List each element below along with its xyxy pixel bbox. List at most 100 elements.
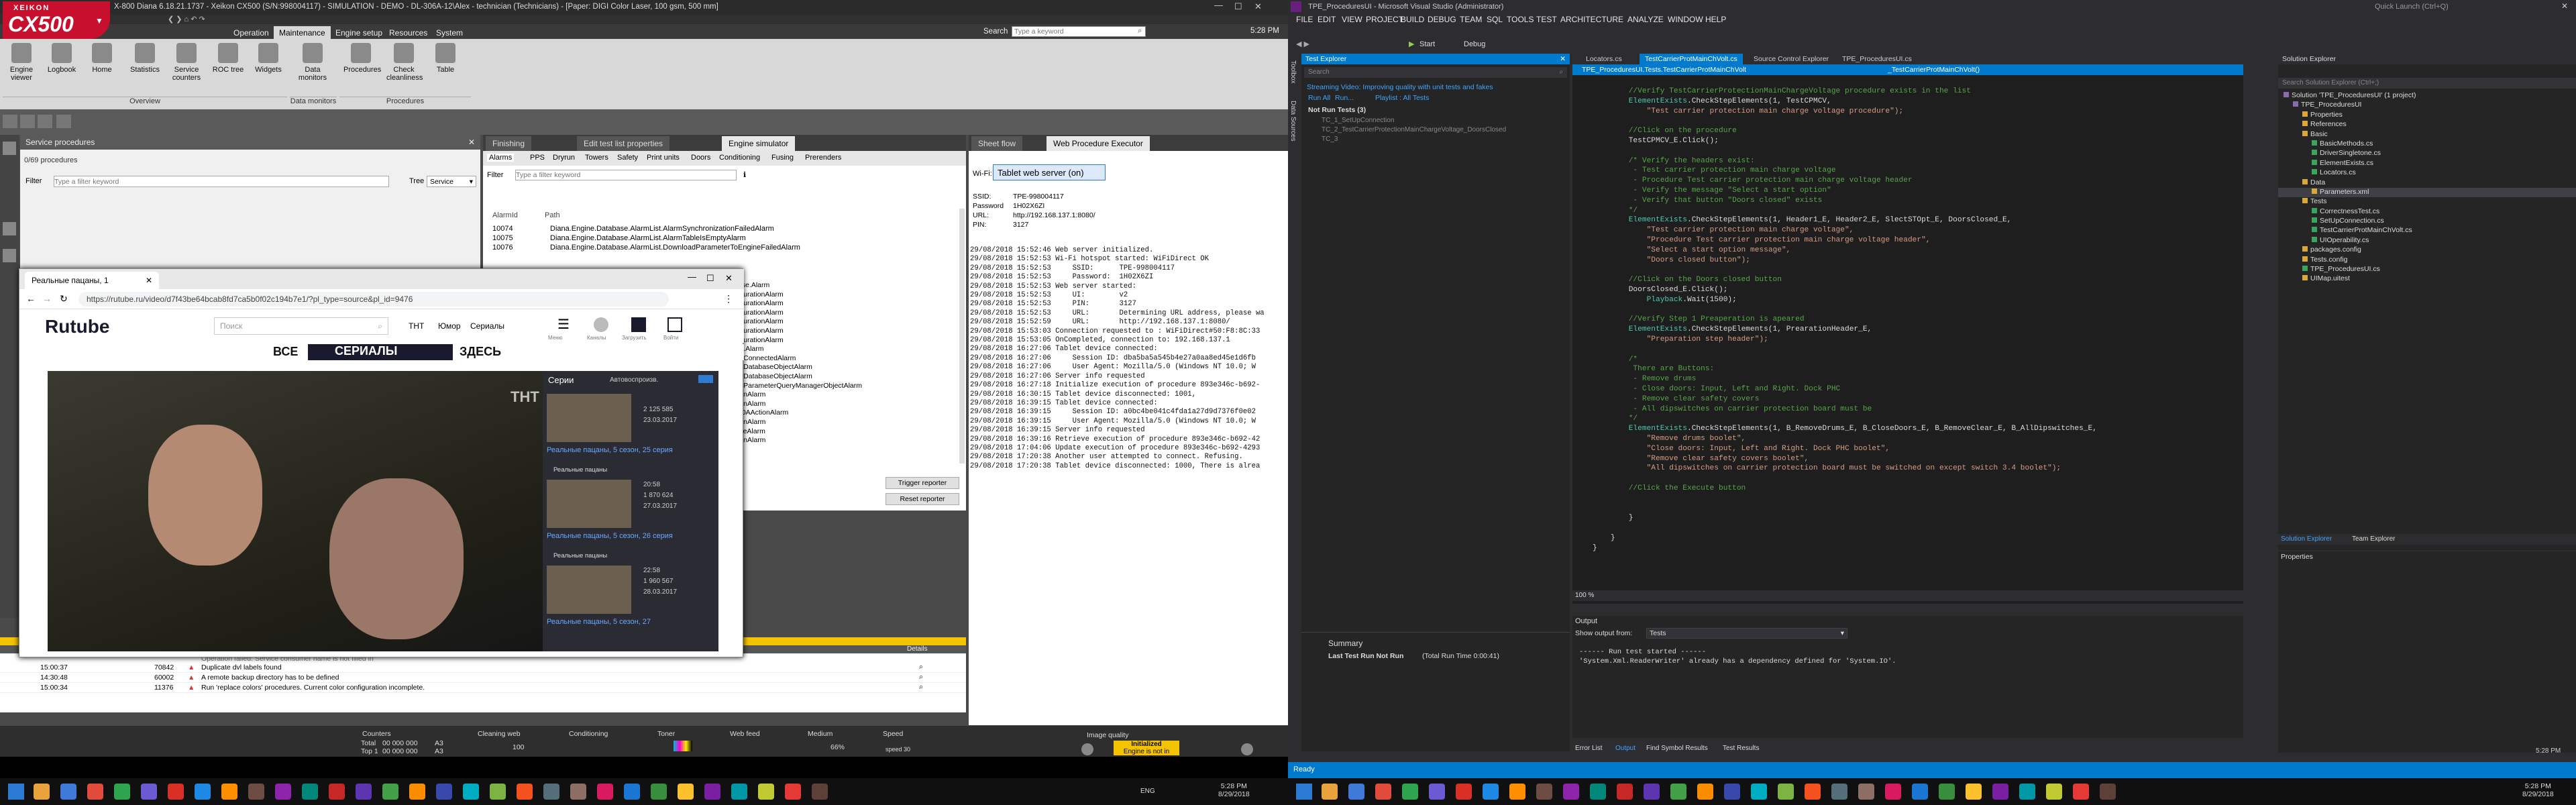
alarm-path-fragment[interactable]: ionAlarm [738,418,862,427]
table-button[interactable]: Table [428,43,463,90]
hamburger-icon[interactable]: ☰ [557,316,570,333]
video-card[interactable]: 22:58 1 960 567 28.03.2017 Реальные пацаны,… [543,563,718,649]
filter-input[interactable] [54,176,389,187]
taskbar-app-icon[interactable] [141,784,157,800]
taskbar-app-icon[interactable] [543,784,559,800]
doc-tab-active[interactable]: TestCarrierProtMainChVolt.cs [1640,54,1743,64]
magnifier-icon[interactable]: ⌕ [919,673,923,682]
tab-find-symbol[interactable]: Find Symbol Results [1646,745,1708,752]
start-label[interactable]: Start [1419,40,1435,48]
search-icon[interactable]: ⌕ [1138,27,1142,36]
tab-finishing[interactable]: Finishing [486,136,532,151]
test-item[interactable]: TC_3 [1322,136,1338,143]
taskbar-app-icon[interactable] [1724,784,1740,800]
tab-engine-simulator[interactable]: Engine simulator [722,136,796,151]
taskbar-app-icon[interactable] [678,784,694,800]
taskbar-clock-right[interactable]: 5:28 PM 8/29/2018 [2522,782,2554,798]
login-icon[interactable] [667,317,682,332]
tab-edit-test-list[interactable]: Edit test list properties [577,136,670,151]
run-all-link[interactable]: Run All [1308,94,1330,102]
tab-web-procedure-executor[interactable]: Web Procedure Executor [1046,136,1150,151]
taskbar-app-icon[interactable] [1617,784,1633,800]
taskbar-app-icon[interactable] [114,784,130,800]
taskbar-app-icon[interactable] [570,784,586,800]
alarm-path-fragment[interactable]: igurationAlarm [738,309,862,318]
solution-item[interactable]: SetUpConnection.cs [2278,217,2576,226]
code-lines[interactable]: //Verify TestCarrierProtectionMainCharge… [1593,87,2237,584]
close-icon[interactable]: ✕ [468,138,475,147]
taskbar-app-icon[interactable] [812,784,828,800]
alarm-id[interactable]: 10075 [492,234,513,242]
taskbar-app-icon[interactable] [1456,784,1472,800]
event-row[interactable]: ▲ 15:00:37 70842 Duplicate dvl labels found… [0,663,966,673]
alarm-id[interactable]: 10076 [492,244,513,252]
solution-item[interactable]: Solution 'TPE_ProceduresUI' (1 project) [2278,91,2576,101]
alarm-path-fragment[interactable]: igurationAlarm [738,317,862,327]
taskbar-app-icon[interactable] [1966,784,1982,800]
subtab-conditioning[interactable]: Conditioning [719,154,760,162]
dock-icon[interactable] [3,222,16,235]
stop-icon[interactable] [1241,743,1253,755]
alarm-path-fragment[interactable]: igurationAlarm [738,336,862,345]
solution-item[interactable]: CorrectnessTest.cs [2278,207,2576,217]
solution-search[interactable]: Search Solution Explorer (Ctrl+;) [2278,78,2576,89]
initialized-status[interactable]: InitializedEngine is not in standby [1114,741,1179,757]
taskbar-app-icon[interactable] [1831,784,1847,800]
alarm-path-fragment[interactable]: igurationAlarm [738,299,862,309]
alarm-path[interactable]: Diana.Engine.Database.AlarmList.AlarmSyn… [550,225,774,233]
solution-item[interactable]: Parameters.xml [2278,187,2576,198]
taskbar-app-icon[interactable] [1670,784,1686,800]
statistics-button[interactable]: Statistics [127,43,162,90]
start-icon[interactable] [1296,784,1312,800]
taskbar-app-icon[interactable] [1992,784,2008,800]
config-select[interactable]: Debug [1464,40,1485,48]
taskbar-app-icon[interactable] [758,784,774,800]
close-icon[interactable]: ✕ [725,273,733,284]
taskbar-app-icon[interactable] [1805,784,1821,800]
solution-item[interactable]: TPE_ProceduresUI.cs [2278,265,2576,274]
start-icon[interactable] [8,784,24,800]
nav-class[interactable]: TPE_ProceduresUI.Tests.TestCarrierProtMa… [1582,66,1746,74]
taskbar-app-icon[interactable] [329,784,345,800]
search-icon[interactable]: ⌕ [1559,68,1563,76]
series-banner[interactable]: ВСЕ СЕРИАЛЫ ЗДЕСЬ [19,344,744,360]
menu-view[interactable]: VIEW [1342,15,1362,24]
alarm-path-fragment[interactable]: 20AActionAlarm [738,409,862,418]
test-item[interactable]: TC_2_TestCarrierProtectionMainChargeVolt… [1322,126,1506,133]
solution-item[interactable]: Data [2278,178,2576,188]
solution-item[interactable]: TPE_ProceduresUI [2278,101,2576,110]
maximize-icon[interactable]: ☐ [1234,1,1242,12]
menu-test[interactable]: TEST [1536,15,1557,24]
trigger-reporter-button[interactable]: Trigger reporter [885,477,959,489]
forward-icon[interactable]: → [42,293,52,304]
tablet-web-server-button[interactable]: Tablet web server (on) [993,164,1106,180]
alarm-path-fragment[interactable]: iveAlarm [738,427,862,437]
taskbar-clock[interactable]: 5:28 PM 8/29/2018 [1218,782,1250,798]
alarm-path[interactable]: Diana.Engine.Database.AlarmList.AlarmTab… [550,234,746,242]
tab-output[interactable]: Output [1615,745,1635,752]
menu-debug[interactable]: DEBUG [1428,15,1456,24]
upload-icon[interactable] [631,317,646,332]
tab-solution-explorer[interactable]: Solution Explorer [2281,535,2332,543]
taskbar-app-icon[interactable] [517,784,533,800]
taskbar-app-icon[interactable] [275,784,291,800]
taskbar-app-icon[interactable] [1536,784,1552,800]
data-monitors-button[interactable]: Data monitors [295,43,330,90]
video-card[interactable]: 2 125 585 23.03.2017 Реальные пацаны, 5 се… [543,391,718,477]
nav-arrows-icon[interactable]: ◀ ▶ [1296,40,1309,48]
alarm-path-fragment[interactable]: igurationAlarm [738,327,862,336]
not-run-group[interactable]: Not Run Tests (3) [1308,106,1366,114]
playlist-link[interactable]: Playlist : All Tests [1375,94,1429,102]
taskbar-app-icon[interactable] [490,784,506,800]
dock-icon[interactable] [3,249,16,262]
solution-item[interactable]: References [2278,120,2576,129]
browser-tab[interactable]: Реальные пацаны, 1 ✕ [25,272,159,289]
alarm-path[interactable]: Diana.Engine.Database.AlarmList.Download… [550,244,800,252]
taskbar-app-icon[interactable] [60,784,76,800]
taskbar-app-icon[interactable] [87,784,103,800]
reload-icon[interactable]: ↻ [60,293,68,305]
taskbar-app-icon[interactable] [1375,784,1391,800]
taskbar-app-icon[interactable] [1644,784,1660,800]
video-title[interactable]: Реальные пацаны, 5 сезон, 26 серия [547,532,688,540]
subtab-prerenders[interactable]: Prerenders [805,154,841,162]
